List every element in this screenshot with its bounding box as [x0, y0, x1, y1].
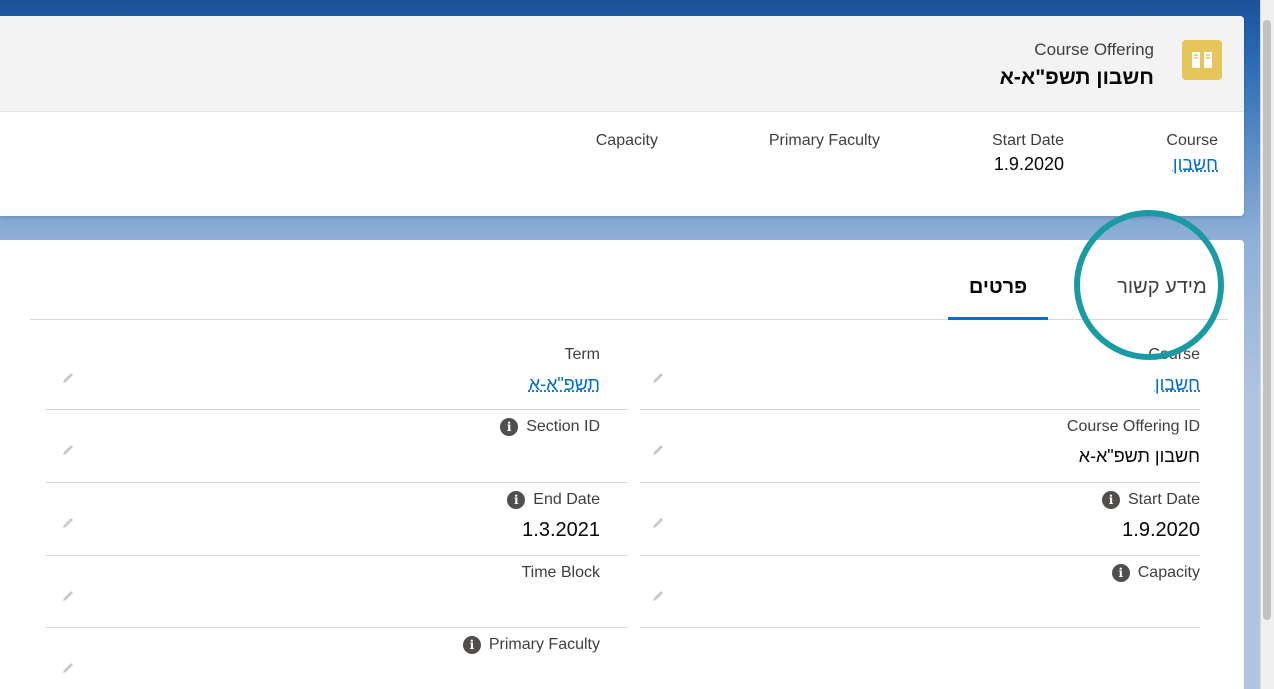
highlight-label: Capacity [595, 132, 658, 149]
field-start-date: i Start Date 1.9.2020 [640, 483, 1200, 556]
pencil-icon[interactable] [650, 370, 666, 386]
record-header: Course Offering חשבון תשפ"א-א Course חשב… [0, 16, 1244, 216]
highlight-course-link[interactable]: חשבון [1166, 154, 1218, 175]
highlight-circle-annotation [1074, 210, 1224, 360]
field-value: חשבון תשפ"א-א [1078, 446, 1200, 466]
record-title-bar: Course Offering חשבון תשפ"א-א [0, 16, 1244, 112]
field-value: 1.9.2020 [1122, 519, 1200, 541]
info-icon[interactable]: i [507, 491, 526, 509]
field-label: Capacity [1137, 564, 1200, 581]
field-section-id: i Section ID [46, 410, 628, 483]
term-link[interactable]: תשפ"א-א [529, 374, 600, 395]
field-label-wrap: i Section ID [500, 418, 600, 436]
pencil-icon[interactable] [60, 588, 76, 604]
field-value: 1.3.2021 [522, 519, 600, 541]
tab-details[interactable]: פרטים [948, 240, 1048, 320]
info-icon[interactable]: i [1101, 491, 1120, 509]
highlight-label: Primary Faculty [768, 132, 880, 149]
field-time-block: Time Block [46, 556, 628, 628]
course-link[interactable]: חשבון [1155, 374, 1200, 395]
highlight-capacity: Capacity [596, 132, 658, 154]
record-type-label: Course Offering [1034, 40, 1154, 59]
record-name: חשבון תשפ"א-א [999, 66, 1154, 89]
highlight-primary-faculty: Primary Faculty [769, 132, 880, 154]
field-label-wrap: i Capacity [1111, 564, 1200, 582]
tab-bar: מידע קשור פרטים [30, 240, 1228, 320]
field-label-wrap: i Start Date [1101, 491, 1200, 509]
book-icon [1182, 40, 1222, 80]
info-icon[interactable]: i [462, 636, 481, 654]
field-label-wrap: i End Date [507, 491, 600, 509]
field-label: Time Block [521, 564, 600, 581]
field-label: End Date [533, 491, 600, 508]
field-end-date: i End Date 1.3.2021 [46, 483, 628, 556]
field-label-wrap: i Primary Faculty [462, 636, 600, 654]
highlight-label: Course [1166, 132, 1218, 149]
details-card: מידע קשור פרטים Course חשבון Course Offe… [0, 240, 1244, 689]
pencil-icon[interactable] [60, 515, 76, 531]
field-label: Course Offering ID [1066, 418, 1200, 435]
field-label: Term [564, 346, 600, 363]
page-scrollbar[interactable] [1260, 0, 1274, 689]
info-icon[interactable]: i [1111, 564, 1130, 582]
highlights-panel: Course חשבון Start Date 1.9.2020 Primary… [0, 112, 1244, 216]
field-label: Section ID [526, 418, 600, 435]
highlight-label: Start Date [991, 132, 1064, 149]
field-course-offering-id: Course Offering ID חשבון תשפ"א-א [640, 410, 1200, 483]
highlight-value: 1.9.2020 [993, 154, 1064, 174]
field-label: Start Date [1127, 491, 1200, 508]
field-label: Primary Faculty [488, 636, 600, 653]
pencil-icon[interactable] [650, 588, 666, 604]
pencil-icon[interactable] [650, 442, 666, 458]
highlight-start-date: Start Date 1.9.2020 [992, 132, 1064, 175]
field-primary-faculty: i Primary Faculty [46, 628, 628, 689]
scrollbar-thumb[interactable] [1263, 20, 1271, 620]
pencil-icon[interactable] [60, 370, 76, 386]
field-capacity: i Capacity [640, 556, 1200, 628]
pencil-icon[interactable] [60, 660, 76, 676]
highlight-course: Course חשבון [1166, 132, 1218, 175]
pencil-icon[interactable] [60, 442, 76, 458]
info-icon[interactable]: i [500, 418, 519, 436]
pencil-icon[interactable] [650, 515, 666, 531]
field-term: Term תשפ"א-א [46, 338, 628, 410]
